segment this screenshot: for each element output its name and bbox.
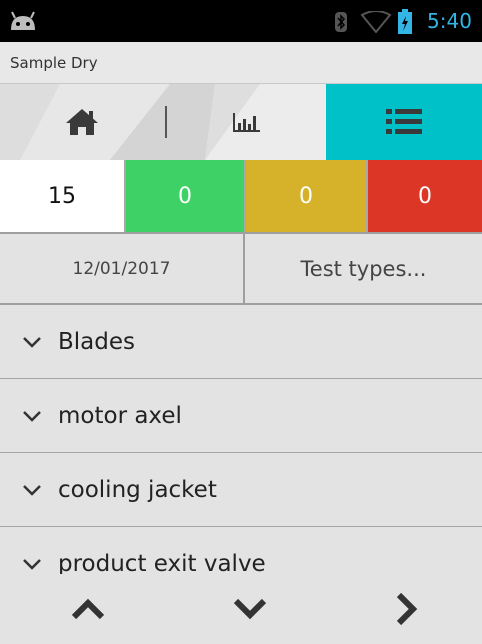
chevron-right-icon bbox=[396, 592, 418, 626]
tab-home[interactable] bbox=[0, 84, 164, 160]
next-button[interactable] bbox=[384, 592, 428, 626]
list-item-label: product exit valve bbox=[58, 550, 266, 575]
battery-charging-icon bbox=[398, 9, 412, 34]
component-list: Blades motor axel cooling jacket product… bbox=[0, 305, 482, 574]
bar-chart-icon bbox=[233, 113, 260, 132]
list-item-label: Blades bbox=[58, 328, 135, 355]
status-bar: 5:40 bbox=[0, 0, 482, 42]
tab-chart[interactable] bbox=[168, 84, 326, 160]
chevron-down-icon bbox=[23, 558, 41, 570]
scroll-down-button[interactable] bbox=[228, 592, 272, 626]
test-types-button[interactable]: Test types... bbox=[245, 234, 482, 303]
title-bar: Sample Dry bbox=[0, 42, 482, 84]
tab-list[interactable] bbox=[326, 84, 482, 160]
chevron-up-icon bbox=[71, 598, 105, 620]
status-counters: 15 0 0 0 bbox=[0, 160, 482, 232]
filter-row: 12/01/2017 Test types... bbox=[0, 232, 482, 305]
date-filter-button[interactable]: 12/01/2017 bbox=[0, 234, 245, 303]
page-title: Sample Dry bbox=[10, 54, 98, 72]
counter-red[interactable]: 0 bbox=[368, 160, 482, 232]
counter-green[interactable]: 0 bbox=[126, 160, 246, 232]
list-item-label: motor axel bbox=[58, 402, 182, 429]
chevron-down-icon bbox=[233, 598, 267, 620]
list-item[interactable]: motor axel bbox=[0, 379, 482, 453]
list-item-label: cooling jacket bbox=[58, 476, 217, 503]
list-icon bbox=[386, 109, 422, 134]
counter-yellow[interactable]: 0 bbox=[246, 160, 368, 232]
list-item[interactable]: cooling jacket bbox=[0, 453, 482, 527]
list-item[interactable]: Blades bbox=[0, 305, 482, 379]
nav-tabs bbox=[0, 84, 482, 160]
chevron-down-icon bbox=[23, 410, 41, 422]
chevron-down-icon bbox=[23, 336, 41, 348]
chevron-down-icon bbox=[23, 484, 41, 496]
bluetooth-icon bbox=[335, 12, 347, 32]
list-item[interactable]: product exit valve bbox=[0, 527, 482, 574]
wifi-icon bbox=[360, 11, 392, 33]
tab-divider bbox=[165, 106, 167, 138]
bottom-nav bbox=[0, 574, 482, 644]
counter-total[interactable]: 15 bbox=[0, 160, 126, 232]
scroll-up-button[interactable] bbox=[66, 592, 110, 626]
android-icon bbox=[11, 11, 35, 30]
clock: 5:40 bbox=[427, 9, 472, 33]
home-icon bbox=[66, 109, 98, 135]
